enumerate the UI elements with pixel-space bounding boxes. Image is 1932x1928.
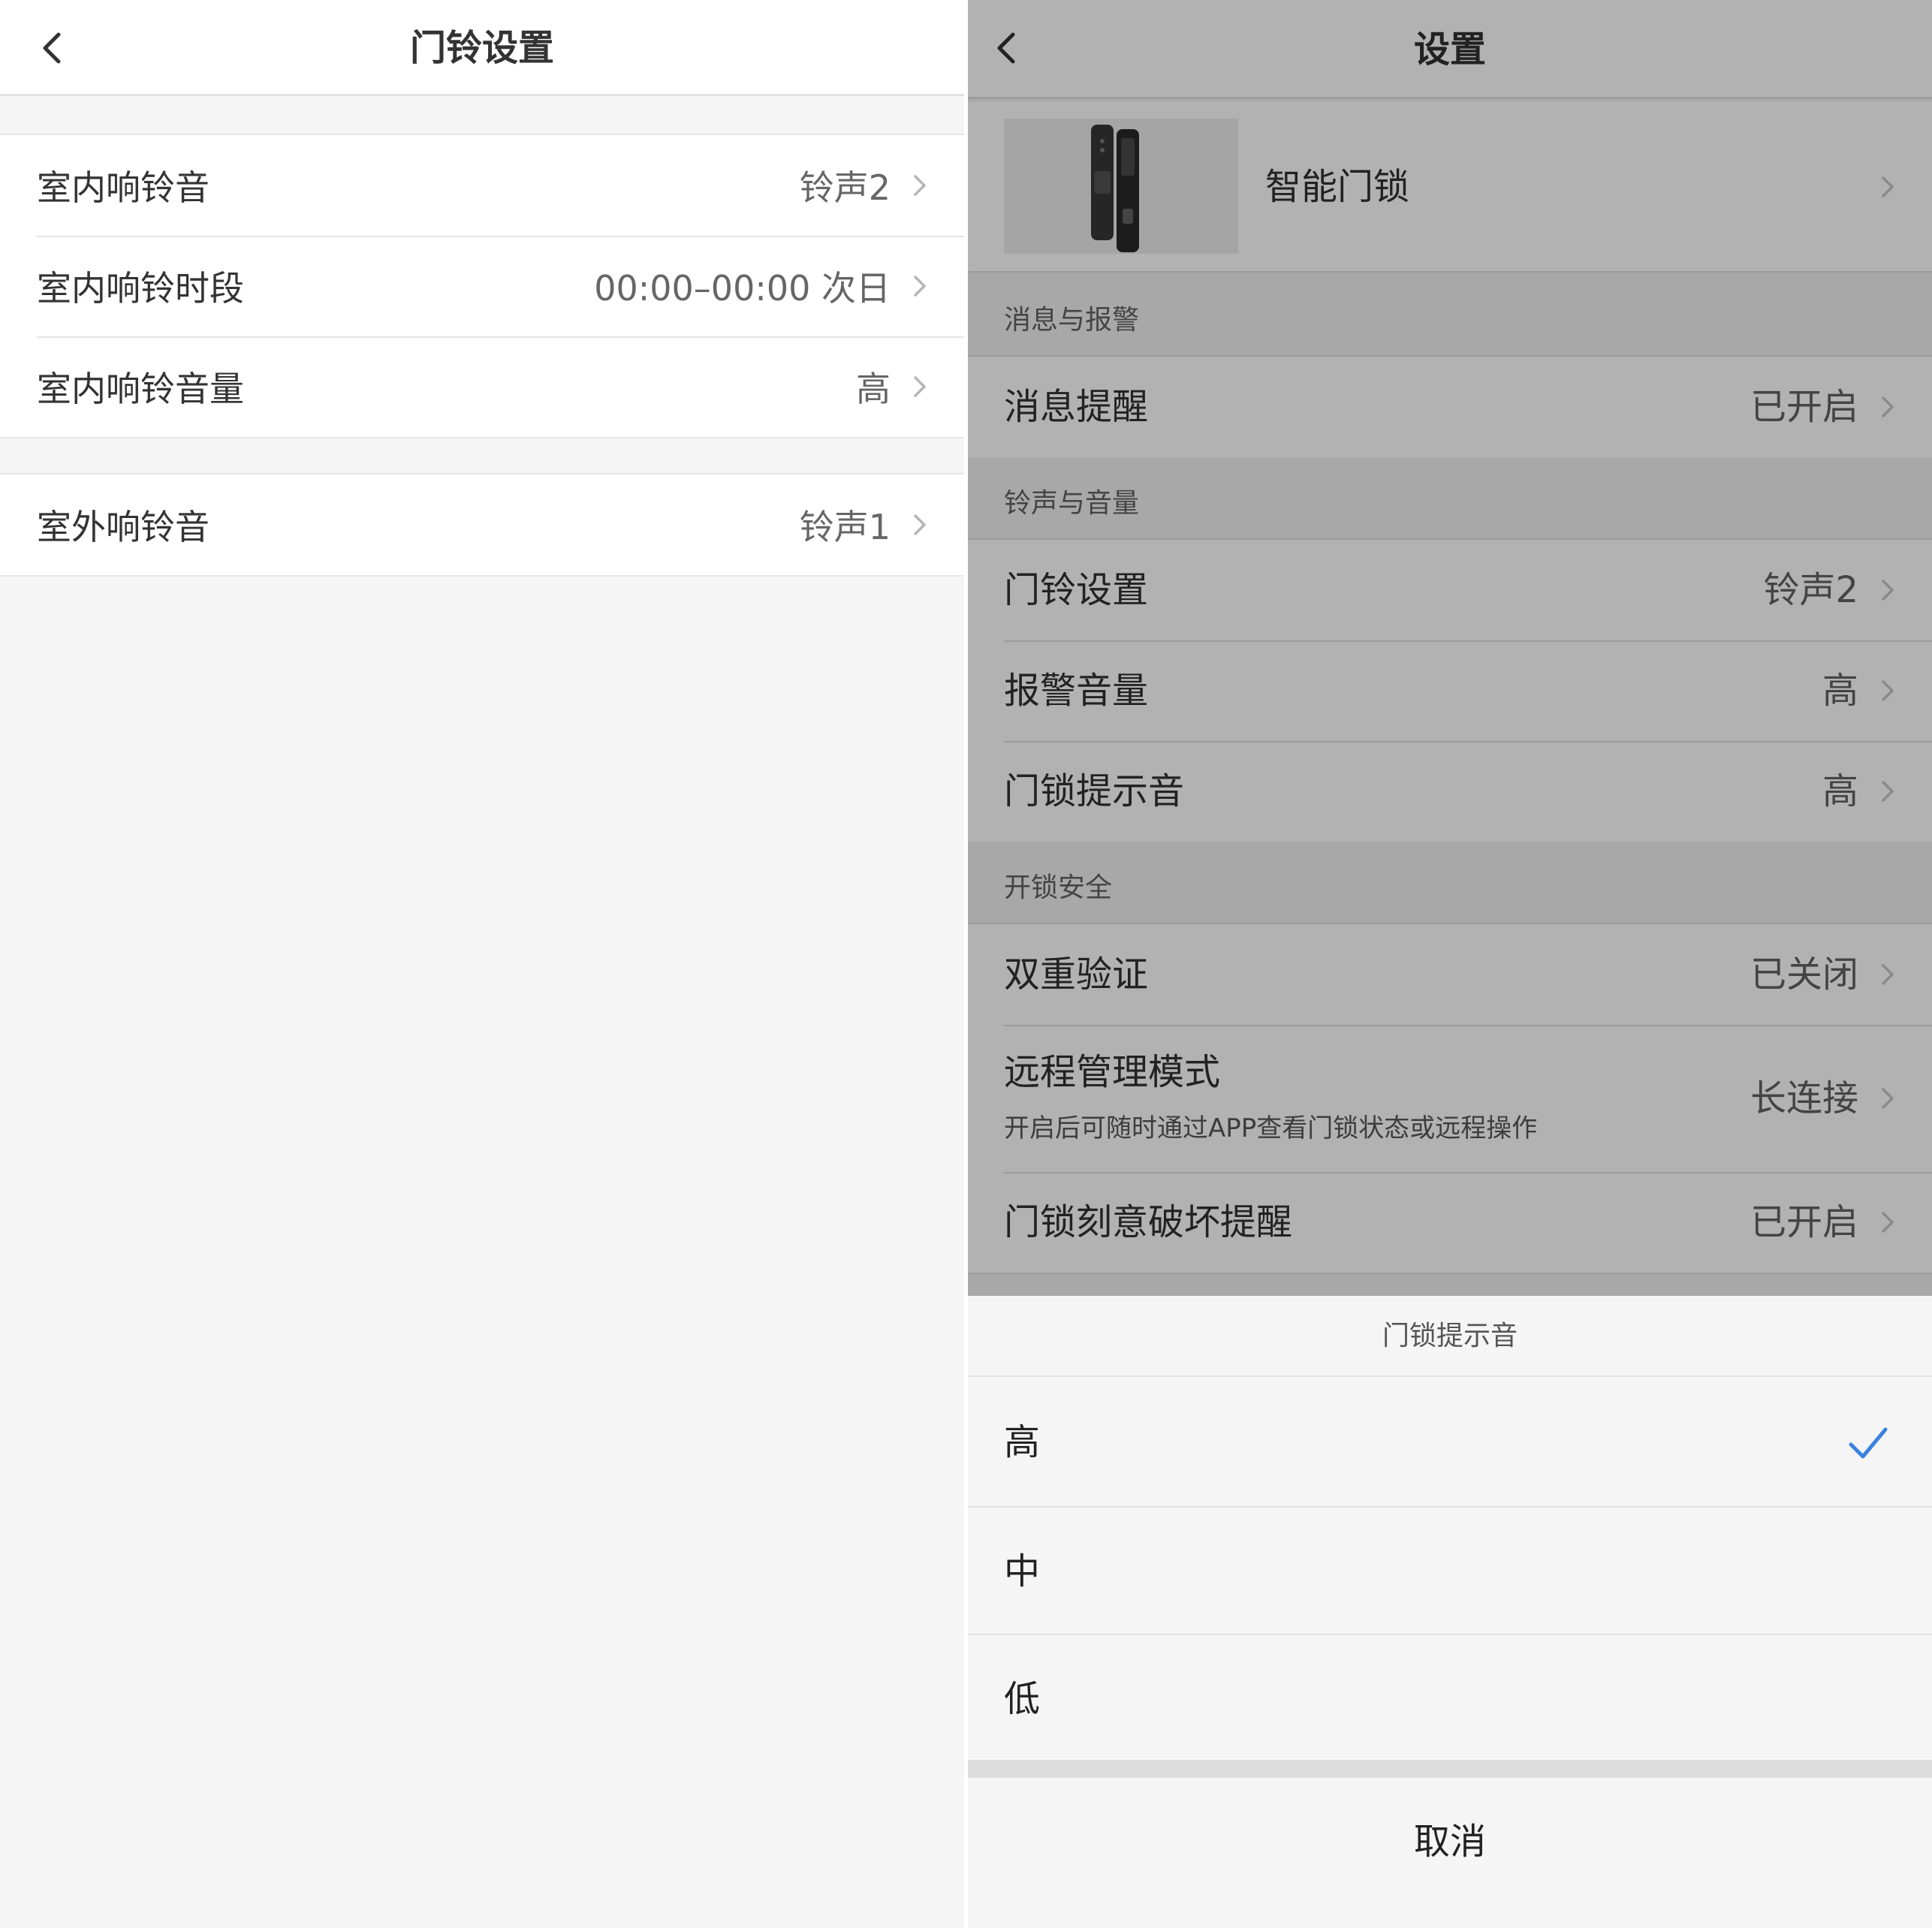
row-label: 门铃设置	[1004, 569, 1149, 611]
chevron-right-icon	[1879, 1086, 1896, 1111]
sound-group: 门铃设置 铃声2 报警音量 高 门锁提示音 高	[968, 538, 1932, 843]
row-lock-prompt-sound[interactable]: 门锁提示音 高	[968, 741, 1932, 842]
row-tamper-alert[interactable]: 门锁刻意破坏提醒 已开启	[968, 1172, 1932, 1273]
navbar: 门铃设置	[0, 0, 964, 96]
sheet-gap	[968, 1760, 1932, 1778]
checkmark-icon	[1849, 1427, 1888, 1459]
section-header-label: 消息与报警	[1004, 305, 1140, 336]
row-subtitle: 开启后可随时通过APP查看门锁状态或远程操作	[1004, 1113, 1538, 1143]
chevron-right-icon	[1879, 962, 1896, 987]
security-group: 双重验证 已关闭 远程管理模式 开启后可随时通过APP查看门锁状态或远程操作 长…	[968, 923, 1932, 1274]
row-label: 消息提醒	[1004, 386, 1149, 428]
row-label: 室外响铃音	[37, 507, 209, 547]
chevron-right-icon	[1879, 1210, 1896, 1235]
section-header-messages: 消息与报警	[968, 274, 1932, 357]
row-doorbell-settings[interactable]: 门铃设置 铃声2	[968, 540, 1932, 640]
device-image	[1004, 119, 1238, 254]
row-alarm-volume[interactable]: 报警音量 高	[968, 640, 1932, 741]
chevron-right-icon	[1879, 394, 1896, 420]
chevron-right-icon	[1879, 678, 1896, 703]
device-name: 智能门锁	[1265, 166, 1410, 208]
row-label: 门锁提示音	[1004, 770, 1185, 812]
row-indoor-ring-period[interactable]: 室内响铃时段 00:00–00:00 次日	[0, 236, 964, 336]
row-outdoor-ringtone[interactable]: 室外响铃音 铃声1	[0, 474, 964, 575]
lock-settings-screen: 设置 智能门锁 消息与报警 消息提醒 已开启 铃声与音量 门铃设置 铃声2 报警…	[968, 0, 1932, 1928]
row-indoor-ring-volume[interactable]: 室内响铃音量 高	[0, 336, 964, 437]
row-value: 长连接	[1750, 1077, 1858, 1119]
row-two-factor[interactable]: 双重验证 已关闭	[968, 924, 1932, 1025]
row-value: 铃声1	[799, 507, 891, 547]
row-label: 室内响铃音	[37, 167, 209, 208]
row-value: 高	[1822, 770, 1858, 812]
chevron-right-icon	[912, 273, 928, 299]
indoor-settings-group: 室内响铃音 铃声2 室内响铃时段 00:00–00:00 次日 室内响铃音量 高	[0, 134, 964, 438]
row-label: 室内响铃音量	[37, 369, 244, 409]
row-value: 00:00–00:00 次日	[594, 268, 891, 309]
chevron-right-icon	[912, 512, 928, 538]
chevron-right-icon	[912, 374, 928, 399]
row-indoor-ringtone[interactable]: 室内响铃音 铃声2	[0, 135, 964, 236]
section-header-sound: 铃声与音量	[968, 457, 1932, 540]
section-header-label: 铃声与音量	[1004, 488, 1140, 519]
page-title: 门铃设置	[409, 27, 554, 69]
row-label: 门锁刻意破坏提醒	[1004, 1201, 1293, 1243]
navbar: 设置	[968, 0, 1932, 99]
row-remote-management[interactable]: 远程管理模式 开启后可随时通过APP查看门锁状态或远程操作 长连接	[968, 1025, 1932, 1172]
section-header-label: 开锁安全	[1004, 872, 1113, 903]
row-value: 高	[1822, 670, 1858, 712]
option-medium[interactable]: 中	[968, 1508, 1932, 1635]
outdoor-settings-group: 室外响铃音 铃声1	[0, 473, 964, 577]
row-value: 已开启	[1750, 386, 1858, 428]
row-value: 铃声2	[799, 167, 891, 208]
sheet-title: 门锁提示音	[968, 1296, 1932, 1377]
option-label: 中	[1004, 1550, 1041, 1592]
row-value: 已关闭	[1750, 953, 1858, 996]
section-header-security: 开锁安全	[968, 842, 1932, 924]
option-label: 高	[1004, 1421, 1041, 1463]
messages-group: 消息提醒 已开启	[968, 355, 1932, 459]
row-value: 已开启	[1750, 1201, 1858, 1243]
device-row[interactable]: 智能门锁	[968, 101, 1932, 273]
row-value: 铃声2	[1763, 569, 1858, 611]
doorbell-settings-screen: 门铃设置 室内响铃音 铃声2 室内响铃时段 00:00–00:00 次日 室内响…	[0, 0, 964, 1928]
action-sheet: 门锁提示音 高 中 低 取消	[968, 1296, 1932, 1928]
row-message-reminder[interactable]: 消息提醒 已开启	[968, 357, 1932, 457]
row-label: 远程管理模式	[1004, 1051, 1221, 1093]
row-label: 室内响铃时段	[37, 268, 244, 309]
chevron-right-icon	[1879, 577, 1896, 603]
option-label: 低	[1004, 1678, 1041, 1720]
option-high[interactable]: 高	[968, 1378, 1932, 1506]
chevron-right-icon	[912, 173, 928, 198]
chevron-right-icon	[1879, 779, 1896, 804]
row-label: 报警音量	[1004, 670, 1149, 712]
row-label: 双重验证	[1004, 953, 1149, 996]
option-low[interactable]: 低	[968, 1635, 1932, 1760]
page-title: 设置	[1413, 29, 1486, 71]
row-value: 高	[856, 369, 891, 409]
chevron-right-icon	[1879, 174, 1896, 200]
cancel-button[interactable]: 取消	[968, 1778, 1932, 1928]
